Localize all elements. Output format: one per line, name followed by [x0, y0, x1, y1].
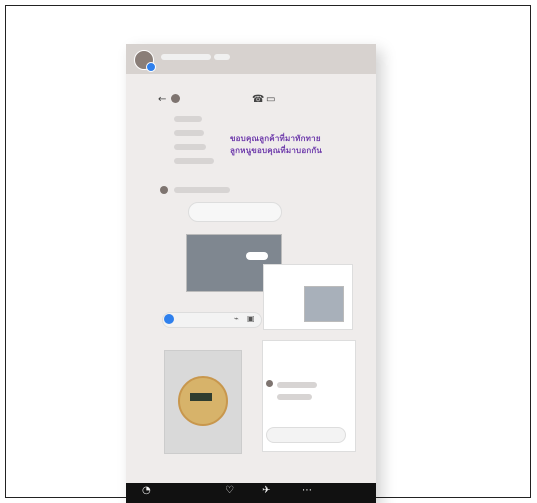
video-icon[interactable]: ▭: [266, 94, 275, 105]
cake-image: [178, 376, 228, 426]
nested-photo: [304, 286, 344, 322]
more-icon[interactable]: ⋯: [302, 485, 312, 496]
message-line: [277, 382, 317, 388]
camera-icon[interactable]: [164, 314, 174, 324]
heart-icon[interactable]: ♡: [225, 485, 234, 496]
phone-icon[interactable]: ☎: [252, 94, 264, 105]
cake-label: [190, 393, 212, 401]
time-blur: [214, 54, 230, 60]
right-chat-avatar: [266, 380, 273, 387]
verified-badge: [146, 62, 156, 72]
message-line: [174, 144, 206, 150]
image-icon[interactable]: ▣: [247, 314, 255, 323]
overlay-text-line-1: ขอบคุณลูกค้าที่มาทักทาย: [230, 134, 321, 143]
back-icon[interactable]: ←: [158, 94, 166, 105]
message-line: [174, 158, 214, 164]
message-line: [174, 130, 204, 136]
overlay-text-line-2: ลูกหนูขอบคุณที่มาบอกกัน: [230, 146, 323, 155]
story-screenshot: ← ☎ ▭ ขอบคุณลูกค้าที่มาทักทาย ลูกหนูขอบค…: [126, 44, 376, 503]
share-icon[interactable]: ✈: [262, 485, 270, 496]
mic-icon[interactable]: ⌁: [234, 314, 239, 323]
message-line: [174, 116, 202, 122]
quoted-message: [188, 202, 282, 222]
nested-message-input[interactable]: [266, 427, 346, 443]
message-line: [277, 394, 312, 400]
chat-avatar: [171, 94, 180, 103]
sticker: [246, 252, 268, 260]
username-blur: [161, 54, 211, 60]
story-bottom-bar: [126, 483, 376, 503]
avatar-icon[interactable]: ◔: [142, 485, 151, 496]
sender-avatar: [160, 186, 168, 194]
message-line: [174, 187, 230, 193]
